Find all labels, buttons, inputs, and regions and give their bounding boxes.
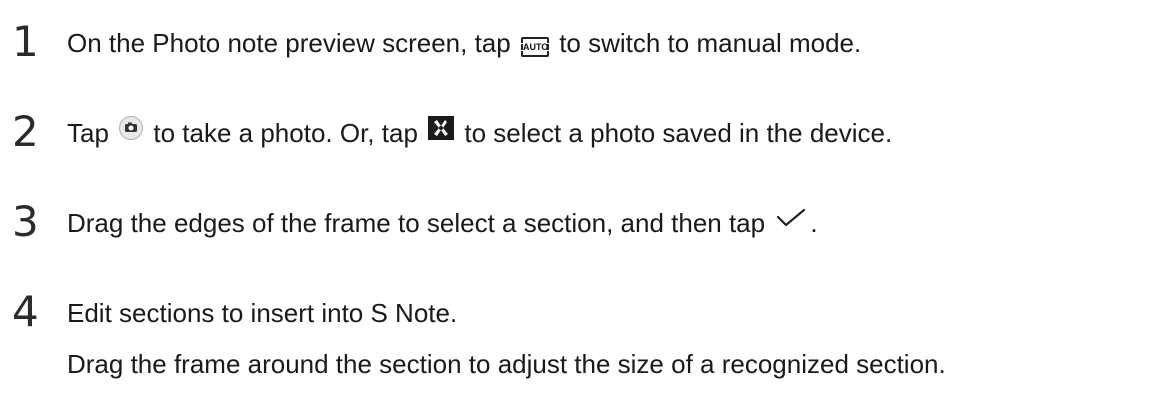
step-text-middle: to take a photo. Or, tap [153,118,418,148]
step-text-after: to switch to manual mode. [559,28,862,58]
step-text-before: Edit sections to insert into S Note. [67,298,458,328]
step-text: Edit sections to insert into S Note. [67,296,457,330]
step-text: On the Photo note preview screen, tap AU… [67,26,861,60]
step-4: 4 Edit sections to insert into S Note. [12,288,1166,338]
auto-mode-icon: AUTO [520,37,549,57]
step-number: 4 [12,287,39,336]
checkmark-icon [775,206,807,230]
step-2: 2 Tap to take a photo. Or, tap to select… [12,108,1166,158]
step-number: 2 [12,107,39,156]
step-text-after: . [810,208,818,238]
step-number: 1 [12,17,39,66]
step-1: 1 On the Photo note preview screen, tap … [12,18,1166,68]
gallery-icon [428,116,455,140]
instruction-page: { "steps": [ { "number": "1", "before": … [0,0,1166,399]
step-text-after: to select a photo saved in the device. [464,118,893,148]
step-text-before: On the Photo note preview screen, tap [67,28,511,58]
step-text-before: Drag the edges of the frame to select a … [67,208,766,238]
step-text: Drag the edges of the frame to select a … [67,206,818,240]
camera-icon [119,116,144,140]
step-text: Tap to take a photo. Or, tap to select a… [67,116,892,150]
step-4-detail: Drag the frame around the section to adj… [67,349,946,379]
step-number: 3 [12,197,39,246]
step-text-before: Tap [67,118,109,148]
step-3: 3 Drag the edges of the frame to select … [12,198,1166,248]
